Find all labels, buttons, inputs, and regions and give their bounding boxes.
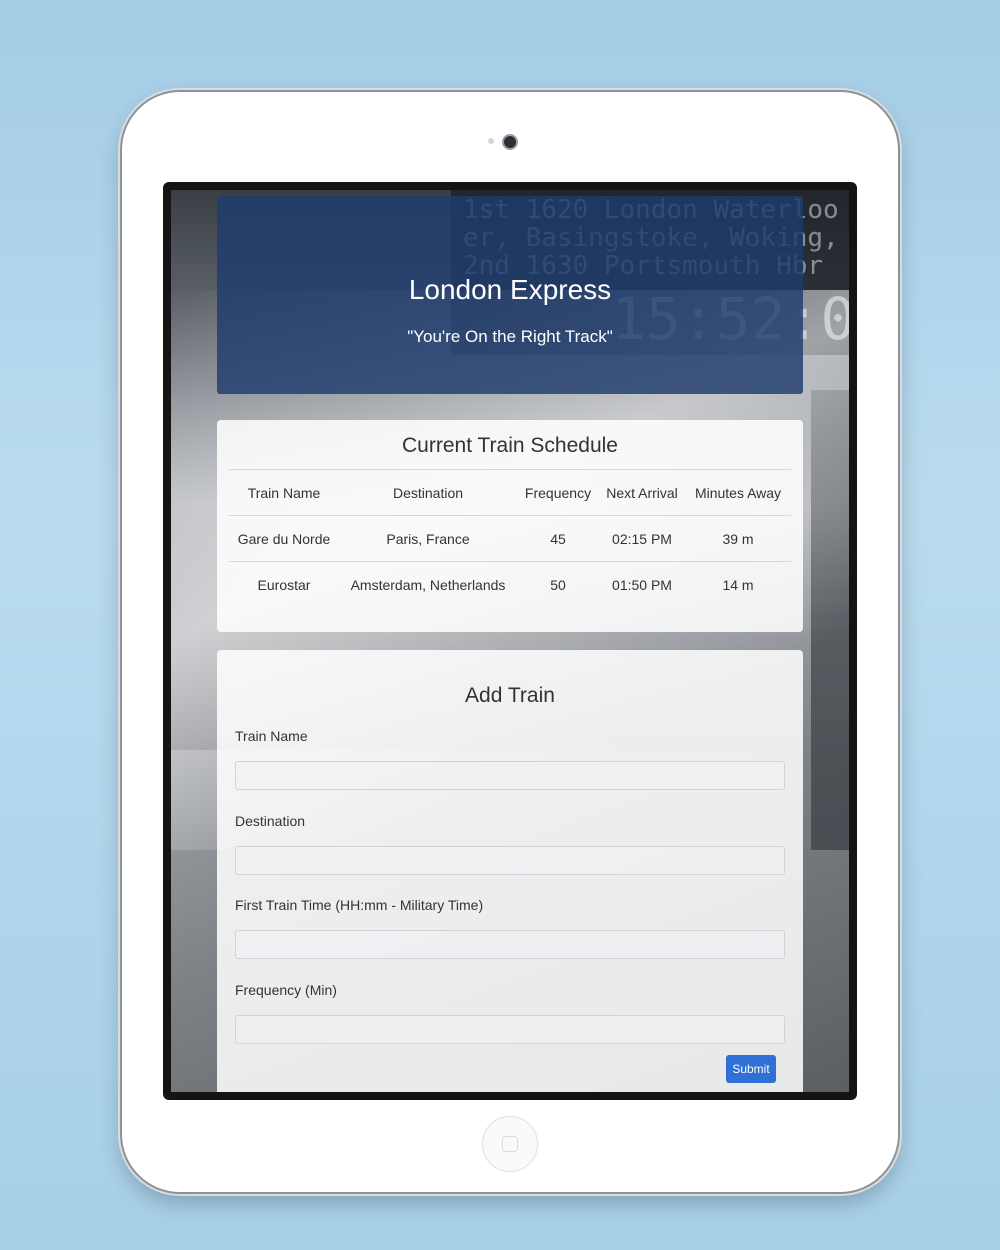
schedule-table: Train Name Destination Frequency Next Ar… (229, 469, 791, 607)
submit-button[interactable]: Submit (726, 1055, 776, 1083)
first-train-time-input[interactable] (235, 930, 785, 959)
table-header-row: Train Name Destination Frequency Next Ar… (229, 469, 791, 516)
add-train-card: Add Train Train Name Destination First T… (217, 650, 803, 1092)
cell-frequency: 45 (550, 530, 566, 547)
cell-destination: Paris, France (386, 530, 470, 547)
column-header-train-name: Train Name (229, 469, 339, 516)
cell-next-arrival: 01:50 PM (599, 561, 685, 607)
home-square-icon (502, 1136, 518, 1152)
cell-train-name: Gare du Norde (237, 530, 331, 547)
cell-minutes-away: 39 m (722, 530, 754, 547)
cell-frequency: 50 (517, 561, 599, 607)
cell-destination: Amsterdam, Netherlands (339, 561, 517, 607)
schedule-title: Current Train Schedule (402, 434, 618, 457)
table-row: Eurostar Amsterdam, Netherlands 50 01:50… (229, 561, 791, 607)
add-train-title: Add Train (465, 684, 555, 707)
first-train-time-label: First Train Time (HH:mm - Military Time) (235, 897, 484, 913)
page-title: London Express (408, 274, 612, 305)
cell-next-arrival: 02:15 PM (612, 530, 672, 547)
sensor-dot (488, 138, 494, 144)
table-row: Gare du Norde Paris, France 45 02:15 PM … (229, 516, 791, 562)
schedule-card: Current Train Schedule Train Name Destin… (217, 420, 803, 632)
train-name-input[interactable] (235, 761, 785, 790)
header-jumbotron: London Express "You're On the Right Trac… (217, 196, 803, 394)
cell-train-name: Eurostar (229, 561, 339, 607)
cell-minutes-away: 14 m (685, 561, 791, 607)
column-header-minutes-away: Minutes Away (685, 469, 791, 516)
frequency-label: Frequency (Min) (235, 982, 337, 998)
destination-label: Destination (235, 813, 306, 829)
column-header-destination: Destination (339, 469, 517, 516)
frequency-input[interactable] (235, 1015, 785, 1044)
tablet-frame: 1st 1620 London Waterloo er, Basingstoke… (122, 92, 898, 1192)
destination-input[interactable] (235, 846, 785, 875)
train-name-label: Train Name (235, 728, 308, 744)
page-tagline: "You're On the Right Track" (407, 327, 613, 346)
home-button[interactable] (482, 1116, 538, 1172)
column-header-frequency: Frequency (517, 469, 599, 516)
browser-viewport[interactable]: 1st 1620 London Waterloo er, Basingstoke… (171, 190, 849, 1092)
tablet-screen: 1st 1620 London Waterloo er, Basingstoke… (163, 182, 857, 1100)
column-header-next-arrival: Next Arrival (599, 469, 685, 516)
camera-icon (504, 136, 516, 148)
